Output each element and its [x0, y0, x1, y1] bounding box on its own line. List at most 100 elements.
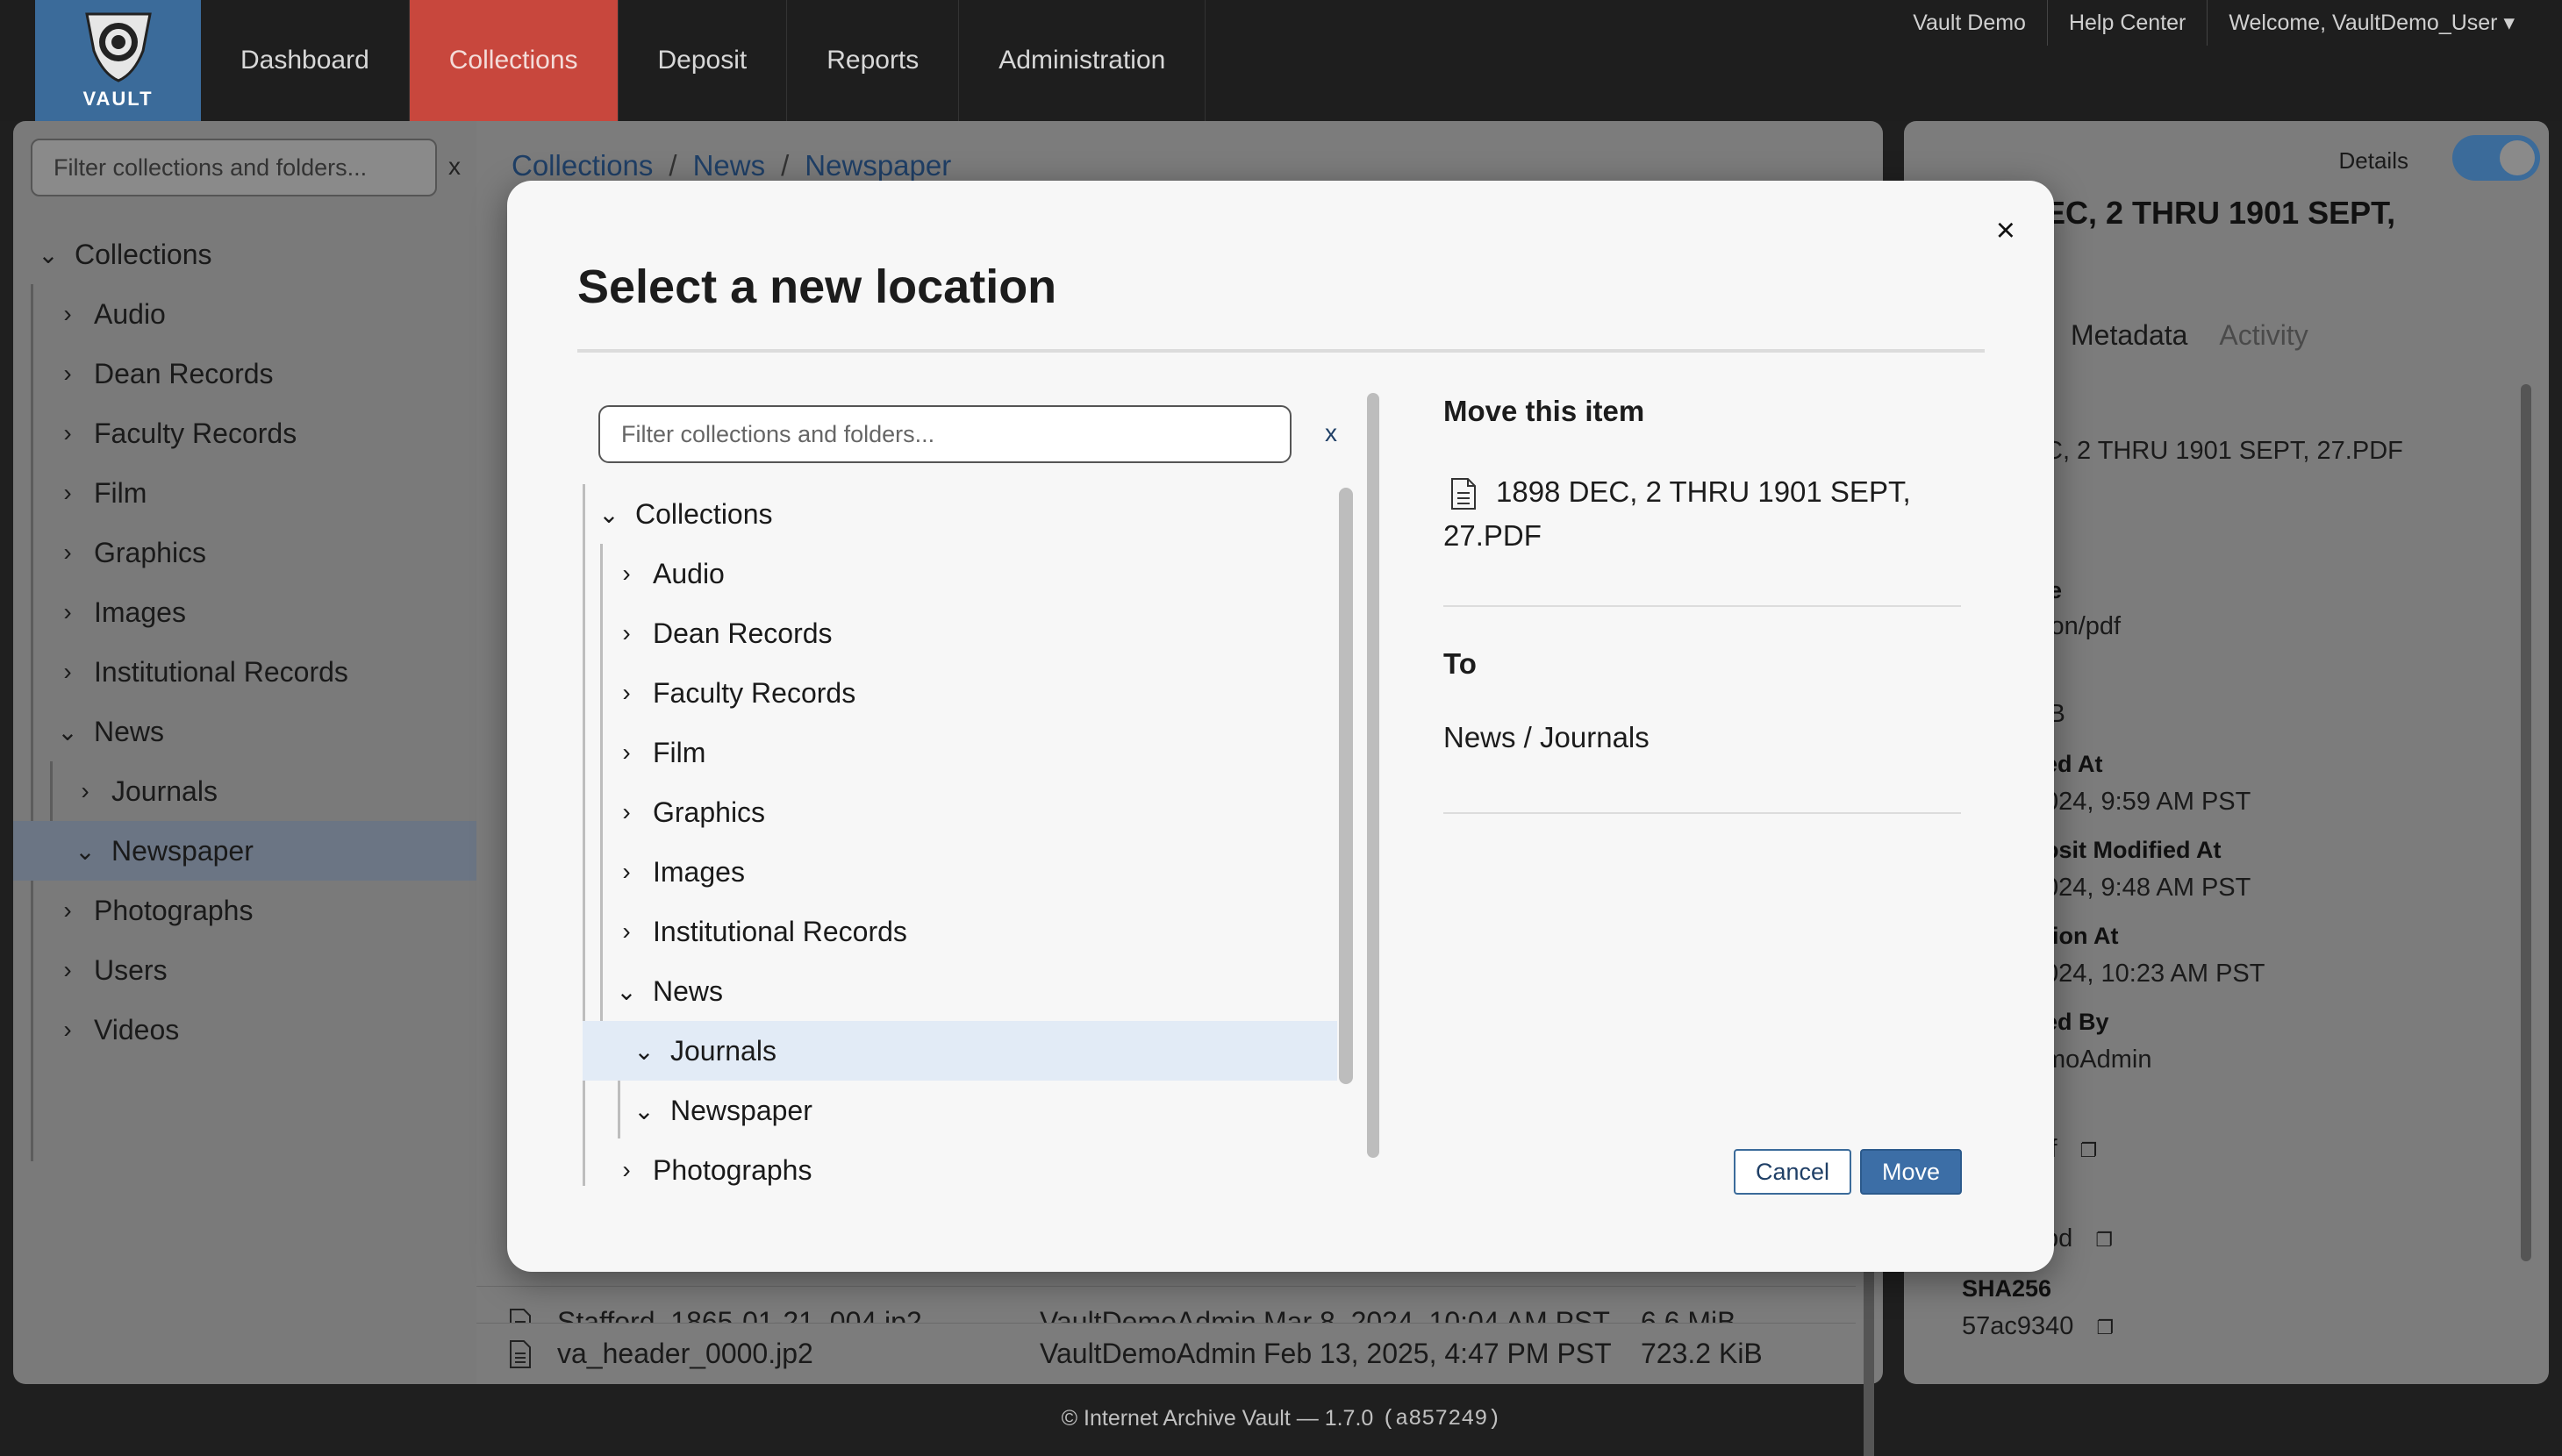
user-menu[interactable]: Welcome, VaultDemo_User ▾: [2207, 0, 2536, 46]
chevron-down-icon: ⌄: [633, 1037, 655, 1065]
footer-hash: (a857249): [1382, 1405, 1501, 1431]
sidebar-tree: ⌄ Collections › Audio › Dean Records › Facul…: [13, 225, 476, 1060]
sidebar-tree-item-selected[interactable]: ⌄ Newspaper: [13, 821, 476, 881]
breadcrumb-newspaper[interactable]: Newspaper: [805, 149, 951, 182]
chevron-right-icon: ›: [81, 777, 89, 804]
detail-sha-value: 57ac9340 ❐: [1962, 1312, 2115, 1340]
sidebar-tree-item[interactable]: › Film: [13, 463, 476, 523]
footer: © Internet Archive Vault — 1.7.0 (a85724…: [0, 1395, 2562, 1442]
sidebar-tree-item[interactable]: › Videos: [13, 1000, 476, 1060]
chevron-right-icon: ›: [63, 956, 72, 983]
detail-by-label: ed By: [2044, 1009, 2109, 1035]
main-nav: Dashboard Collections Deposit Reports Ad…: [201, 0, 1206, 121]
modal-tree-item[interactable]: ⌄ Collections: [583, 484, 1337, 544]
modal-tree-item[interactable]: ⌄ News: [583, 961, 1337, 1021]
breadcrumb-collections[interactable]: Collections: [512, 149, 653, 182]
link-help-center[interactable]: Help Center: [2046, 0, 2207, 46]
file-name[interactable]: va_header_0000.jp2: [547, 1338, 1040, 1370]
modal-tree-item[interactable]: › Graphics: [583, 782, 1337, 842]
copy-icon[interactable]: ❐: [2080, 1139, 2098, 1162]
modal-tree-item[interactable]: › Dean Records: [583, 603, 1337, 663]
details-title: EC, 2 THRU 1901 SEPT,: [2044, 195, 2396, 231]
detail-action-value: 024, 10:23 AM PST: [2044, 960, 2265, 988]
details-toggle[interactable]: [2452, 135, 2540, 181]
detail-hash2: bd ❐: [2044, 1224, 2113, 1253]
nav-collections[interactable]: Collections: [409, 0, 619, 121]
copy-icon[interactable]: ❐: [2096, 1317, 2114, 1339]
divider: [1443, 605, 1961, 607]
sidebar-filter-input[interactable]: Filter collections and folders...: [31, 139, 437, 196]
sidebar-tree-item[interactable]: › Graphics: [13, 523, 476, 582]
tab-metadata[interactable]: Metadata: [2071, 319, 2187, 352]
table-row[interactable]: va_header_0000.jp2 VaultDemoAdmin Feb 13…: [476, 1323, 1856, 1384]
modal-tree-item[interactable]: › Photographs: [583, 1140, 1337, 1193]
detail-deposit-label: osit Modified At: [2044, 837, 2222, 863]
footer-text: © Internet Archive Vault — 1.7.0: [1061, 1405, 1374, 1431]
chevron-right-icon: ›: [622, 798, 631, 825]
move-button[interactable]: Move: [1860, 1149, 1962, 1195]
modal-tree-item[interactable]: › Audio: [583, 544, 1337, 603]
breadcrumb-separator: /: [781, 149, 790, 182]
modal-tree-item[interactable]: ⌄ Newspaper: [583, 1081, 1337, 1140]
sidebar-tree-item[interactable]: › Photographs: [13, 881, 476, 940]
destination-heading: To: [1443, 647, 1477, 680]
file-user: VaultDemoAdmin: [1040, 1338, 1255, 1369]
sidebar-tree-item[interactable]: › Users: [13, 940, 476, 1000]
chevron-right-icon: ›: [622, 619, 631, 646]
chevron-right-icon: ›: [63, 300, 72, 327]
sidebar-tree-item[interactable]: ⌄ Collections: [13, 225, 476, 284]
file-size: 723.2 KiB: [1641, 1338, 1763, 1369]
modal-pane-scrollbar[interactable]: [1367, 393, 1379, 1158]
chevron-down-icon: ⌄: [633, 1096, 655, 1124]
select-location-modal: × Select a new location Filter collectio…: [507, 181, 2054, 1272]
modal-title: Select a new location: [577, 261, 1057, 313]
nav-deposit[interactable]: Deposit: [619, 0, 788, 121]
close-icon[interactable]: ×: [1996, 212, 2015, 250]
modal-filter-input[interactable]: Filter collections and folders...: [598, 405, 1292, 463]
modal-filter-clear-button[interactable]: x: [1325, 419, 1337, 447]
details-scrollbar[interactable]: [2521, 384, 2531, 1261]
chevron-right-icon: ›: [622, 1156, 631, 1183]
nav-reports[interactable]: Reports: [787, 0, 960, 121]
top-links: Vault Demo Help Center Welcome, VaultDem…: [1892, 0, 2536, 46]
details-tabs: Metadata Activity: [2071, 319, 2308, 352]
sidebar-tree-item[interactable]: › Institutional Records: [13, 642, 476, 702]
chevron-right-icon: ›: [63, 1016, 72, 1043]
chevron-right-icon: ›: [622, 739, 631, 766]
modal-tree-item-selected[interactable]: ⌄ Journals: [583, 1021, 1337, 1081]
collections-sidebar: Filter collections and folders... x ⌄ Col…: [13, 121, 476, 1384]
modal-tree-item[interactable]: › Images: [583, 842, 1337, 902]
chevron-right-icon: ›: [622, 917, 631, 945]
modal-tree-item[interactable]: › Institutional Records: [583, 902, 1337, 961]
divider: [1443, 812, 1961, 814]
move-item-heading: Move this item: [1443, 395, 1645, 427]
breadcrumb-news[interactable]: News: [693, 149, 766, 182]
chevron-right-icon: ›: [63, 539, 72, 566]
sidebar-tree-item[interactable]: › Journals: [13, 761, 476, 821]
sidebar-filter-clear-button[interactable]: x: [448, 153, 461, 181]
detail-action-label: tion At: [2044, 923, 2119, 949]
copy-icon[interactable]: ❐: [2095, 1229, 2113, 1252]
nav-dashboard[interactable]: Dashboard: [201, 0, 410, 121]
modal-tree-scrollbar[interactable]: [1339, 488, 1353, 1084]
file-date: Feb 13, 2025, 4:47 PM PST: [1263, 1338, 1612, 1369]
sidebar-tree-item[interactable]: ⌄ News: [13, 702, 476, 761]
move-item-name: 1898 DEC, 2 THRU 1901 SEPT, 27.PDF: [1443, 475, 1911, 552]
chevron-right-icon: ›: [622, 679, 631, 706]
divider: [577, 349, 1985, 353]
chevron-right-icon: ›: [63, 598, 72, 625]
cancel-button[interactable]: Cancel: [1734, 1149, 1851, 1195]
detail-name-value: C, 2 THRU 1901 SEPT, 27.PDF: [2044, 437, 2403, 465]
modal-tree-item[interactable]: › Film: [583, 723, 1337, 782]
link-vault-demo[interactable]: Vault Demo: [1892, 0, 2047, 46]
sidebar-tree-item[interactable]: › Faculty Records: [13, 403, 476, 463]
sidebar-tree-item[interactable]: › Audio: [13, 284, 476, 344]
modal-tree-item[interactable]: › Faculty Records: [583, 663, 1337, 723]
tab-activity[interactable]: Activity: [2219, 319, 2308, 352]
sidebar-tree-item[interactable]: › Images: [13, 582, 476, 642]
sidebar-tree-item[interactable]: › Dean Records: [13, 344, 476, 403]
chevron-down-icon: ⌄: [38, 240, 59, 268]
nav-administration[interactable]: Administration: [959, 0, 1206, 121]
vault-logo[interactable]: VAULT: [35, 0, 201, 121]
chevron-down-icon: ⌄: [75, 837, 96, 865]
